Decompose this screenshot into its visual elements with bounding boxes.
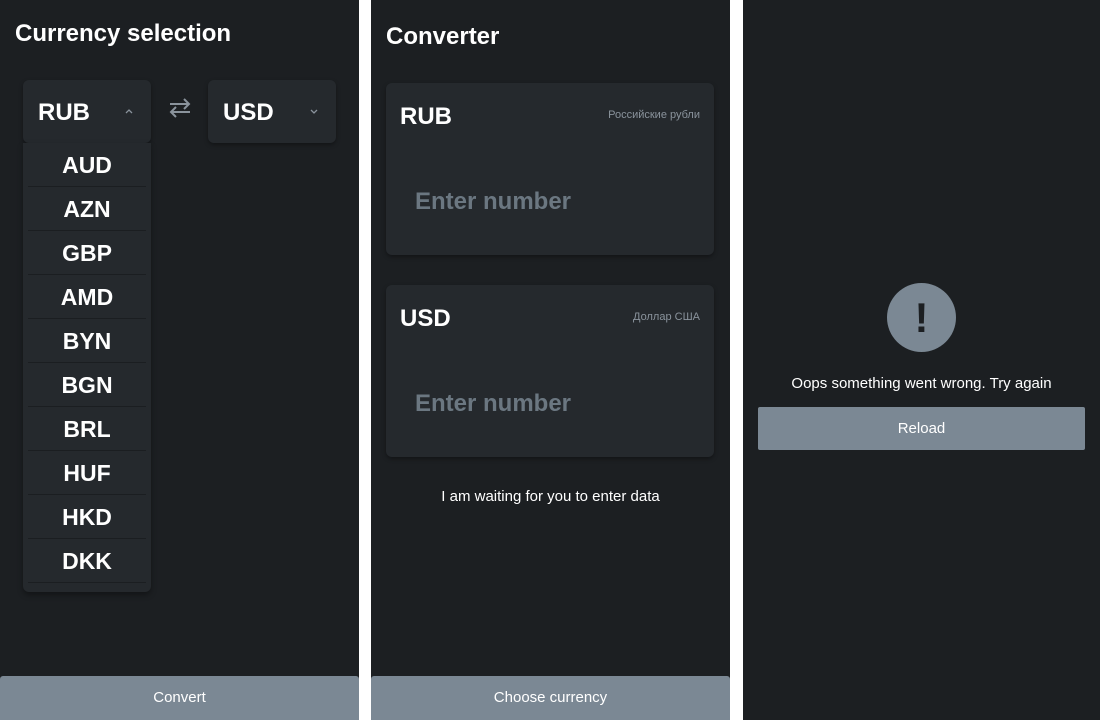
from-amount-input[interactable] xyxy=(415,185,695,219)
to-currency-card: USD Доллар США xyxy=(386,285,714,457)
error-screen: ! Oops something went wrong. Try again R… xyxy=(743,0,1100,720)
to-currency-value: USD xyxy=(223,99,274,126)
dropdown-option[interactable]: BGN xyxy=(28,363,146,407)
to-currency-name: Доллар США xyxy=(633,311,700,323)
currency-dropdown-list: AUD AZN GBP AMD BYN BGN BRL HUF HKD DKK xyxy=(23,143,151,592)
to-currency-select[interactable]: USD xyxy=(208,80,336,143)
dropdown-option[interactable]: AMD xyxy=(28,275,146,319)
to-amount-input[interactable] xyxy=(415,387,695,421)
currency-selection-screen: Currency selection RUB USD AUD AZN GBP A… xyxy=(0,0,359,720)
chevron-up-icon xyxy=(125,109,133,114)
dropdown-option[interactable]: BYN xyxy=(28,319,146,363)
error-message: Oops something went wrong. Try again xyxy=(791,375,1052,392)
dropdown-option[interactable]: DKK xyxy=(28,539,146,583)
from-currency-name: Российские рубли xyxy=(608,109,700,121)
dropdown-option[interactable]: AZN xyxy=(28,187,146,231)
to-currency-code: USD xyxy=(400,305,451,332)
reload-button[interactable]: Reload xyxy=(758,407,1085,450)
page-title: Currency selection xyxy=(15,20,232,47)
converter-screen: Converter RUB Российские рубли USD Долла… xyxy=(371,0,730,720)
dropdown-option[interactable]: HKD xyxy=(28,495,146,539)
status-message: I am waiting for you to enter data xyxy=(441,488,660,505)
exclamation-icon: ! xyxy=(887,283,956,352)
dropdown-option[interactable]: BRL xyxy=(28,407,146,451)
swap-arrows-icon[interactable] xyxy=(167,97,193,119)
from-currency-card: RUB Российские рубли xyxy=(386,83,714,255)
choose-currency-button[interactable]: Choose currency xyxy=(371,676,730,720)
dropdown-option[interactable]: GBP xyxy=(28,231,146,275)
dropdown-option[interactable]: HUF xyxy=(28,451,146,495)
dropdown-option[interactable]: AUD xyxy=(28,143,146,187)
from-currency-code: RUB xyxy=(400,103,452,130)
convert-button[interactable]: Convert xyxy=(0,676,359,720)
chevron-down-icon xyxy=(310,109,318,114)
from-currency-value: RUB xyxy=(38,99,90,126)
from-currency-select[interactable]: RUB xyxy=(23,80,151,143)
page-title: Converter xyxy=(386,23,500,50)
exclamation-glyph: ! xyxy=(914,294,929,341)
